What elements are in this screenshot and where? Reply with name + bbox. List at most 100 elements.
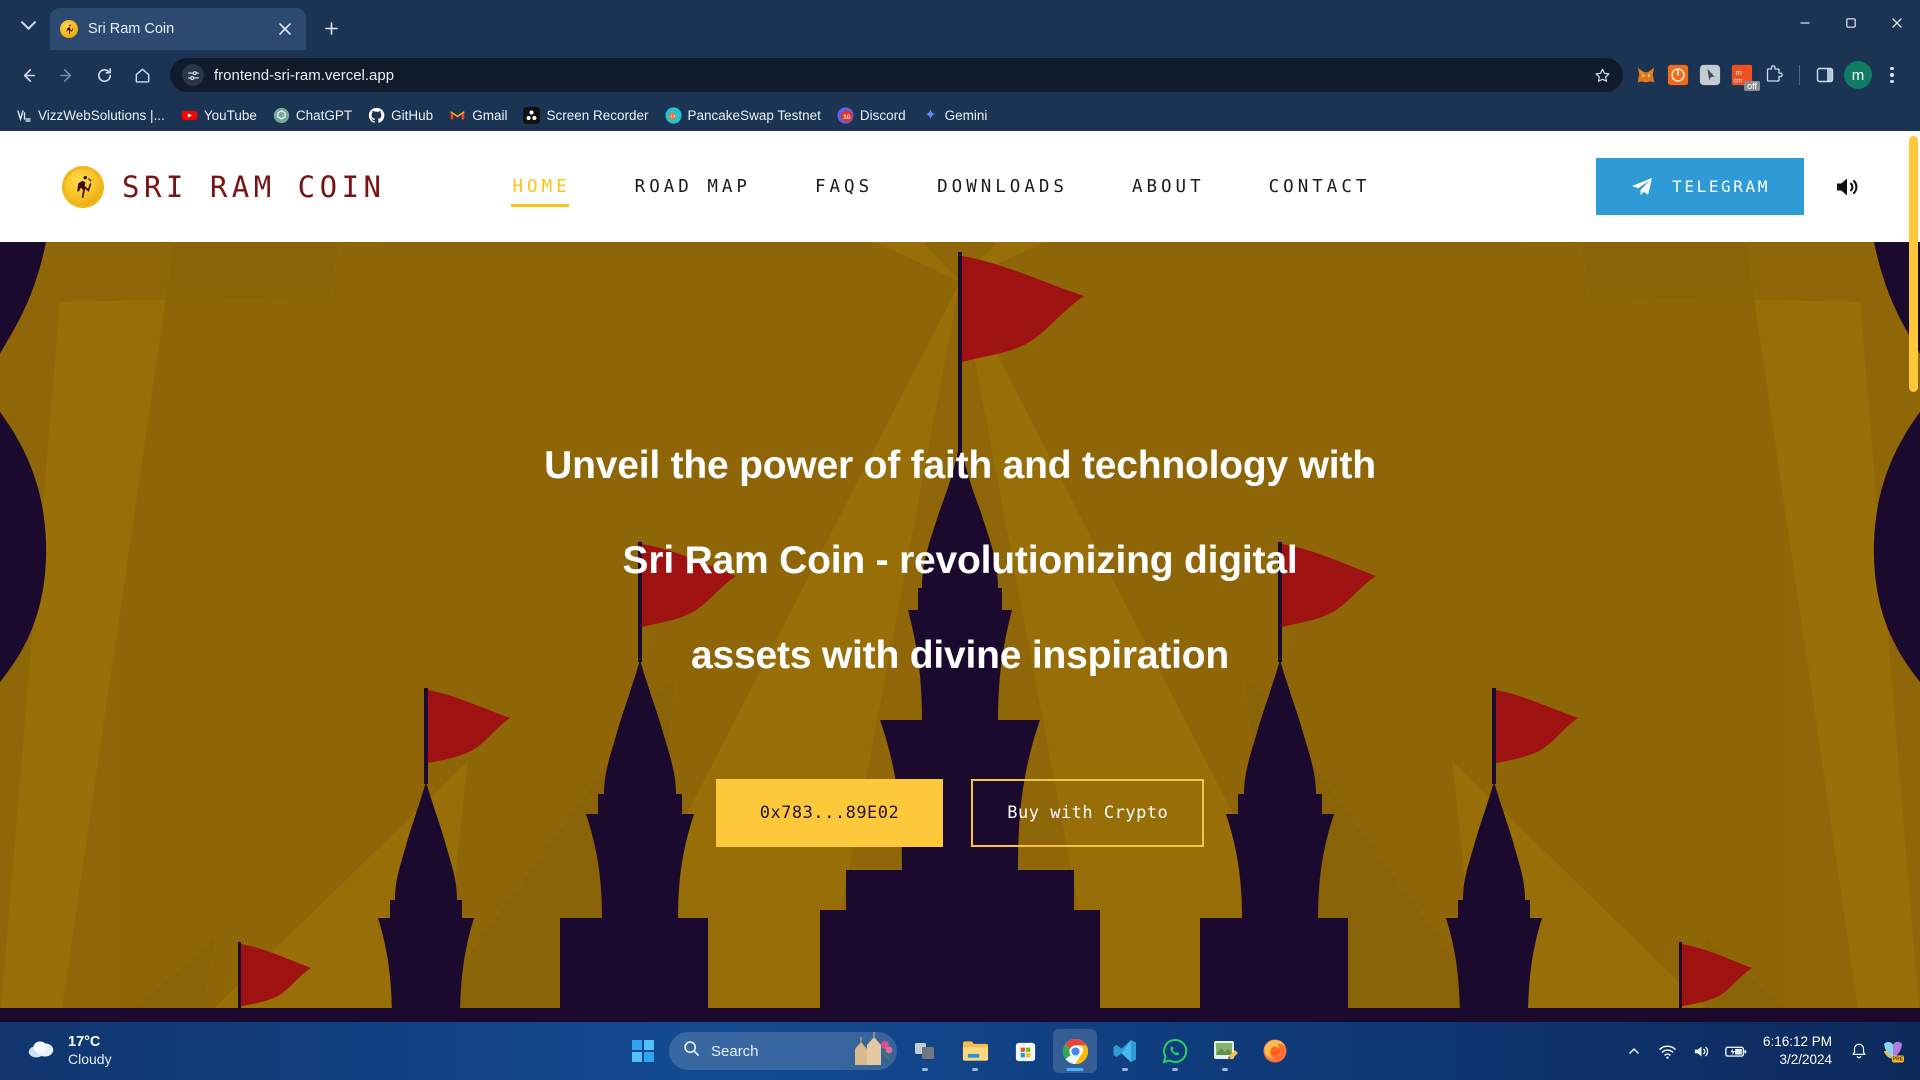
file-explorer-icon[interactable] [953,1029,997,1073]
tab-search-button[interactable] [6,8,50,44]
pancakeswap-icon [664,107,682,124]
taskbar-center-group: Search [623,1029,1297,1073]
bookmark-label: Discord [859,108,906,123]
google-chrome-icon[interactable] [1053,1029,1097,1073]
bookmark-star-icon[interactable] [1589,62,1615,88]
svg-text:PRE: PRE [1893,1057,1904,1063]
clock-time: 6:16:12 PM [1762,1034,1832,1050]
page-scrollbar-thumb[interactable] [1909,136,1918,392]
bookmark-label: ChatGPT [295,108,353,123]
buy-with-crypto-button[interactable]: Buy with Crypto [971,778,1205,847]
contract-address-button[interactable]: 0x783...89E02 [715,778,944,847]
orange-circle-extension-icon[interactable] [1665,62,1691,88]
three-dot-menu-icon[interactable] [1878,60,1906,90]
firefox-icon[interactable] [1253,1029,1297,1073]
site-navigation: HOME ROAD MAP FAQS DOWNLOADS ABOUT CONTA… [481,171,1403,207]
svg-text:cm: cm [1734,77,1743,84]
active-indicator [1066,1068,1084,1071]
telegram-paper-plane-icon [1632,177,1653,195]
taskbar-search-placeholder: Search [711,1042,759,1060]
speaker-volume-icon[interactable] [1830,170,1864,204]
url-text: frontend-sri-ram.vercel.app [214,66,395,84]
copilot-pre-icon[interactable]: PRE [1878,1034,1908,1068]
nav-item-contact[interactable]: CONTACT [1237,171,1403,203]
nav-item-downloads[interactable]: DOWNLOADS [905,171,1100,203]
site-header: SRI RAM COIN HOME ROAD MAP FAQS DOWNLOAD… [0,131,1920,242]
bookmark-discord[interactable]: 10 Discord [830,104,913,127]
cursor-extension-icon[interactable] [1697,62,1723,88]
bookmark-chatgpt[interactable]: ChatGPT [266,104,359,127]
page-viewport: SRI RAM COIN HOME ROAD MAP FAQS DOWNLOAD… [0,131,1920,1022]
hero-cta-row: 0x783...89E02 Buy with Crypto [715,778,1205,847]
discord-icon: 10 [837,107,854,124]
paint-icon[interactable] [1203,1029,1247,1073]
home-button[interactable] [124,57,160,93]
svg-text:m: m [1736,68,1742,77]
bookmark-label: Gemini [944,108,988,123]
back-button[interactable] [10,57,46,93]
site-logo[interactable]: SRI RAM COIN [62,165,386,208]
bookmark-vizzwebsolutions[interactable]: VizzWebSolutions |... [8,104,172,127]
bookmark-gemini[interactable]: Gemini [915,104,995,127]
profile-avatar[interactable]: m [1844,61,1872,89]
maximize-button[interactable] [1828,0,1874,46]
off-badge: off [1744,81,1760,91]
browser-tab[interactable]: Sri Ram Coin [50,8,306,50]
microsoft-store-icon[interactable] [1003,1029,1047,1073]
nav-item-home[interactable]: HOME [481,171,603,207]
vs-code-icon[interactable] [1103,1029,1147,1073]
bookmark-github[interactable]: GitHub [361,104,440,127]
minimize-button[interactable] [1782,0,1828,46]
off-badge-extension-icon[interactable]: m cm off [1729,62,1760,91]
taskbar-search-box[interactable]: Search [669,1032,897,1070]
bookmark-gmail[interactable]: Gmail [442,104,514,127]
windows-start-button[interactable] [623,1031,663,1071]
volume-icon[interactable] [1687,1034,1717,1068]
chatgpt-icon [273,107,290,124]
address-bar[interactable]: frontend-sri-ram.vercel.app [170,58,1623,92]
battery-charging-icon[interactable] [1721,1034,1751,1068]
bookmark-screen-recorder[interactable]: Screen Recorder [516,104,655,127]
bell-icon[interactable] [1844,1034,1874,1068]
running-indicator [922,1068,928,1071]
close-button[interactable] [1874,0,1920,46]
taskbar-clock[interactable]: 6:16:12 PM 3/2/2024 [1755,1033,1840,1068]
bookmark-pancakeswap[interactable]: PancakeSwap Testnet [658,104,828,127]
bookmark-label: Screen Recorder [546,108,649,123]
bookmark-label: PancakeSwap Testnet [687,108,821,123]
hero-heading-line-1: Unveil the power of faith and technology… [544,443,1376,487]
reload-button[interactable] [86,57,122,93]
task-view-icon[interactable] [903,1029,947,1073]
running-indicator [1172,1068,1178,1071]
bookmark-label: VizzWebSolutions |... [38,108,165,123]
nav-item-faqs[interactable]: FAQS [783,171,905,203]
forward-button[interactable] [48,57,84,93]
toolbar-divider [1799,65,1800,85]
running-indicator [1122,1068,1128,1071]
hero-heading-line-3: assets with divine inspiration [691,633,1229,677]
telegram-button[interactable]: TELEGRAM [1596,158,1804,215]
tab-close-button[interactable] [274,18,296,40]
clock-date: 3/2/2024 [1779,1052,1832,1067]
extensions-puzzle-icon[interactable] [1761,62,1787,88]
weather-widget[interactable]: 17°C Cloudy [0,1033,112,1069]
show-hidden-icons-chevron[interactable] [1619,1034,1649,1068]
search-temple-illustration-icon [845,1032,893,1070]
nav-item-about[interactable]: ABOUT [1100,171,1237,203]
bookmark-label: Gmail [472,108,508,123]
nav-item-road-map[interactable]: ROAD MAP [603,171,783,203]
hero-content: Unveil the power of faith and technology… [0,242,1920,1022]
hero-section: Unveil the power of faith and technology… [0,242,1920,1022]
side-panel-icon[interactable] [1812,62,1838,88]
bookmark-label: YouTube [203,108,257,123]
wifi-icon[interactable] [1653,1034,1683,1068]
metamask-extension-icon[interactable] [1633,62,1659,88]
site-settings-icon[interactable] [182,64,204,86]
new-tab-button[interactable] [314,11,348,45]
whatsapp-icon[interactable] [1153,1029,1197,1073]
bookmark-youtube[interactable]: YouTube [174,104,264,127]
search-icon [683,1040,700,1062]
tab-strip: Sri Ram Coin [0,0,1920,50]
youtube-icon [181,107,198,124]
page-scrollbar[interactable] [1907,131,1920,1022]
